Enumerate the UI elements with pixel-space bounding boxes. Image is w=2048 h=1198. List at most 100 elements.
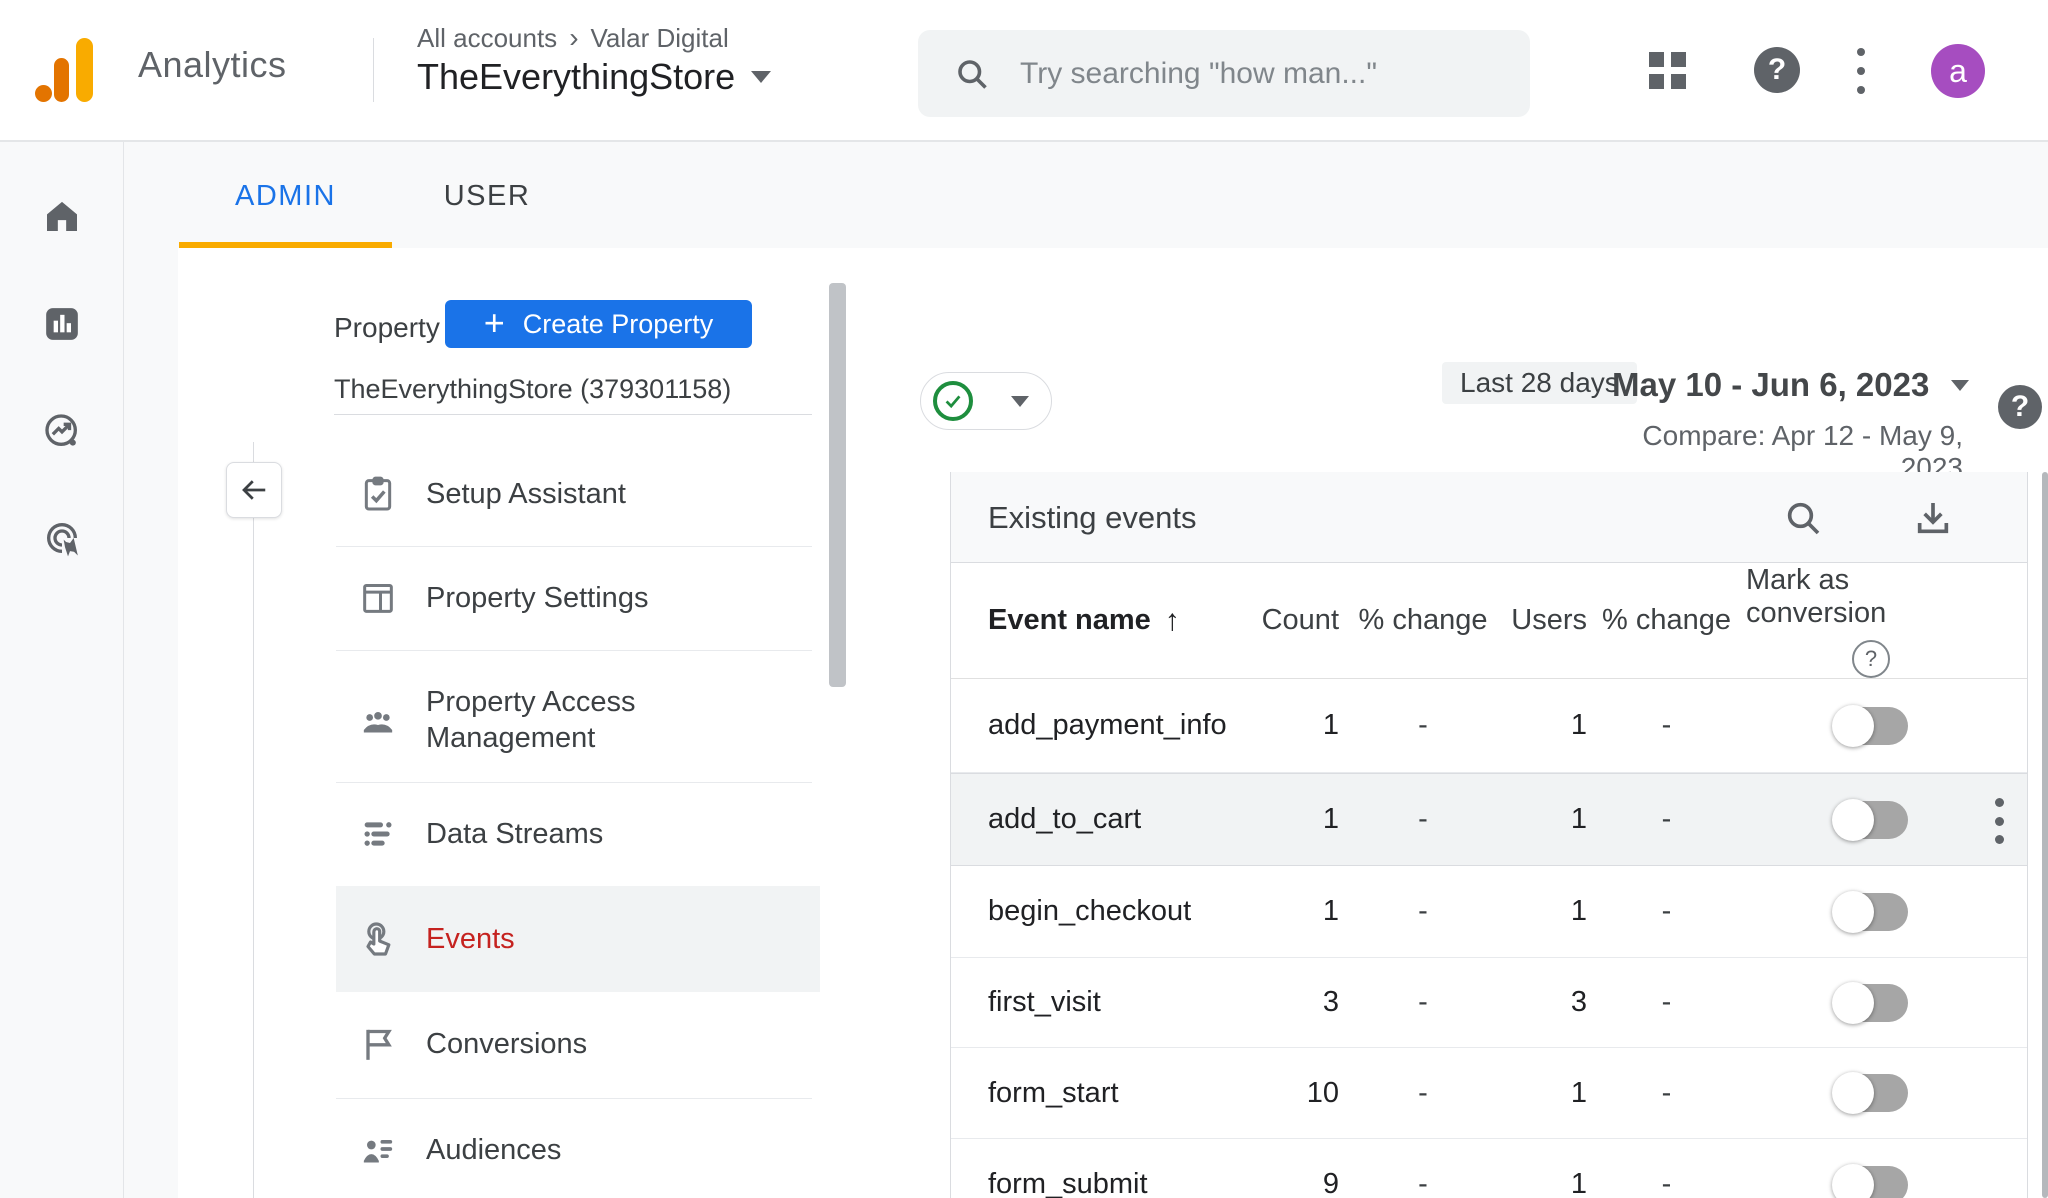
users-change: -: [1661, 1168, 1672, 1198]
rail-line: [253, 442, 254, 1198]
card-header: Existing events: [951, 472, 2027, 563]
search-input[interactable]: [1018, 55, 1452, 92]
arrow-left-icon: [242, 480, 266, 500]
count-change: -: [1418, 986, 1428, 1018]
app-sidebar: [0, 140, 124, 1198]
chevron-down-icon: [1011, 395, 1029, 407]
column-mark-as-conversion: Mark as conversion ?: [1746, 564, 1996, 678]
collapse-panel-button[interactable]: [226, 462, 282, 518]
event-name: first_visit: [988, 986, 1101, 1018]
audiences-icon: [363, 1140, 393, 1163]
tab-admin[interactable]: ADMIN: [179, 168, 392, 224]
count-change: -: [1418, 1076, 1428, 1109]
event-name: form_submit: [988, 1168, 1148, 1198]
chevron-down-icon: [751, 71, 772, 83]
help-icon[interactable]: ?: [1852, 639, 1890, 678]
menu-item-property-access-management[interactable]: Property Access Management: [358, 684, 766, 756]
column-count[interactable]: Count: [1231, 604, 1339, 637]
mark-as-conversion-toggle[interactable]: [1832, 1163, 1908, 1198]
avatar[interactable]: a: [1931, 44, 1985, 98]
breadcrumb-all-accounts[interactable]: All accounts: [417, 23, 557, 54]
event-users: 3: [1570, 986, 1587, 1018]
users-change: -: [1661, 986, 1672, 1018]
diagnostics-grid-icon[interactable]: [1649, 52, 1686, 89]
people-icon: [363, 712, 393, 733]
status-dropdown[interactable]: [920, 372, 1052, 430]
reports-icon[interactable]: [42, 304, 82, 344]
search-icon: [958, 59, 987, 89]
date-range-picker[interactable]: May 10 - Jun 6, 2023: [1612, 366, 1970, 404]
event-count: 1: [1322, 709, 1339, 741]
existing-events-card: Existing events Event name ↑ Count % cha…: [950, 472, 2028, 1198]
column-users-change[interactable]: % change: [1587, 604, 1746, 637]
divider: [336, 782, 812, 783]
table-row: form_submit 9 - 1 -: [951, 1139, 2027, 1198]
header-divider: [373, 38, 374, 102]
mark-as-conversion-toggle[interactable]: [1832, 1072, 1908, 1114]
table-header-row: Event name ↑ Count % change Users % chan…: [951, 563, 2027, 679]
home-icon[interactable]: [42, 196, 82, 236]
column-users[interactable]: Users: [1507, 604, 1587, 637]
table-row: add_payment_info 1 - 1 -: [951, 679, 2027, 773]
users-change: -: [1661, 803, 1672, 835]
count-change: -: [1418, 803, 1428, 835]
event-count: 9: [1322, 1168, 1339, 1198]
event-name: add_payment_info: [988, 709, 1227, 741]
global-search: [918, 30, 1530, 117]
divider: [336, 1098, 812, 1099]
analytics-logo-icon: [54, 58, 69, 102]
create-property-button[interactable]: + Create Property: [445, 300, 752, 348]
menu-item-property-settings[interactable]: Property Settings: [358, 576, 648, 620]
column-event-name[interactable]: Event name ↑: [988, 604, 1231, 638]
search-icon[interactable]: [1783, 498, 1823, 538]
app-header: Analytics All accounts › Valar Digital T…: [0, 0, 2048, 142]
mark-as-conversion-toggle[interactable]: [1832, 981, 1908, 1024]
event-count: 3: [1322, 986, 1339, 1018]
menu-item-audiences[interactable]: Audiences: [358, 1128, 561, 1172]
help-icon[interactable]: ?: [1754, 47, 1800, 93]
left-gutter: [123, 140, 178, 1198]
chevron-down-icon: [1951, 379, 1970, 391]
window-scrollbar[interactable]: [2042, 472, 2048, 1198]
breadcrumb-account[interactable]: Valar Digital: [591, 23, 729, 54]
mark-as-conversion-toggle[interactable]: [1832, 798, 1908, 841]
event-count: 1: [1322, 803, 1339, 835]
count-change: -: [1418, 709, 1428, 741]
explore-icon[interactable]: [42, 411, 82, 451]
event-count: 1: [1322, 895, 1339, 927]
property-rail-scrollbar[interactable]: [829, 283, 846, 687]
date-range-badge: Last 28 days: [1442, 362, 1637, 404]
mark-as-conversion-toggle[interactable]: [1832, 890, 1908, 933]
menu-item-data-streams[interactable]: Data Streams: [358, 812, 603, 856]
menu-item-events[interactable]: Events: [358, 917, 515, 961]
event-users: 1: [1570, 709, 1587, 741]
check-circle-icon: [933, 381, 973, 421]
row-more-options-icon[interactable]: [1992, 798, 2006, 844]
property-section-label: Property: [334, 312, 440, 343]
help-icon[interactable]: ?: [1998, 385, 2042, 429]
users-change: -: [1661, 895, 1672, 927]
breadcrumb: All accounts › Valar Digital: [417, 22, 729, 54]
table-row: add_to_cart 1 - 1 -: [951, 773, 2027, 866]
menu-item-setup-assistant[interactable]: Setup Assistant: [358, 472, 626, 516]
menu-item-conversions[interactable]: Conversions: [358, 1022, 587, 1066]
event-count: 10: [1306, 1076, 1339, 1109]
users-change: -: [1661, 1076, 1672, 1109]
column-count-change[interactable]: % change: [1339, 604, 1507, 637]
divider: [334, 414, 812, 415]
setup-assistant-icon: [364, 476, 392, 511]
analytics-logo-icon: [76, 38, 93, 102]
more-options-icon[interactable]: [1854, 48, 1868, 94]
tab-user[interactable]: USER: [392, 168, 582, 224]
advertising-icon[interactable]: [42, 518, 82, 558]
property-switcher[interactable]: TheEverythingStore: [417, 56, 772, 98]
analytics-logo-icon: [35, 85, 52, 102]
download-icon[interactable]: [1913, 498, 1953, 538]
property-id: TheEverythingStore (379301158): [334, 374, 732, 404]
count-change: -: [1418, 895, 1428, 927]
count-change: -: [1418, 1168, 1428, 1198]
mark-as-conversion-toggle[interactable]: [1832, 704, 1908, 747]
property-switcher-label: TheEverythingStore: [417, 56, 736, 97]
event-users: 1: [1570, 895, 1587, 927]
product-name: Analytics: [138, 44, 287, 85]
